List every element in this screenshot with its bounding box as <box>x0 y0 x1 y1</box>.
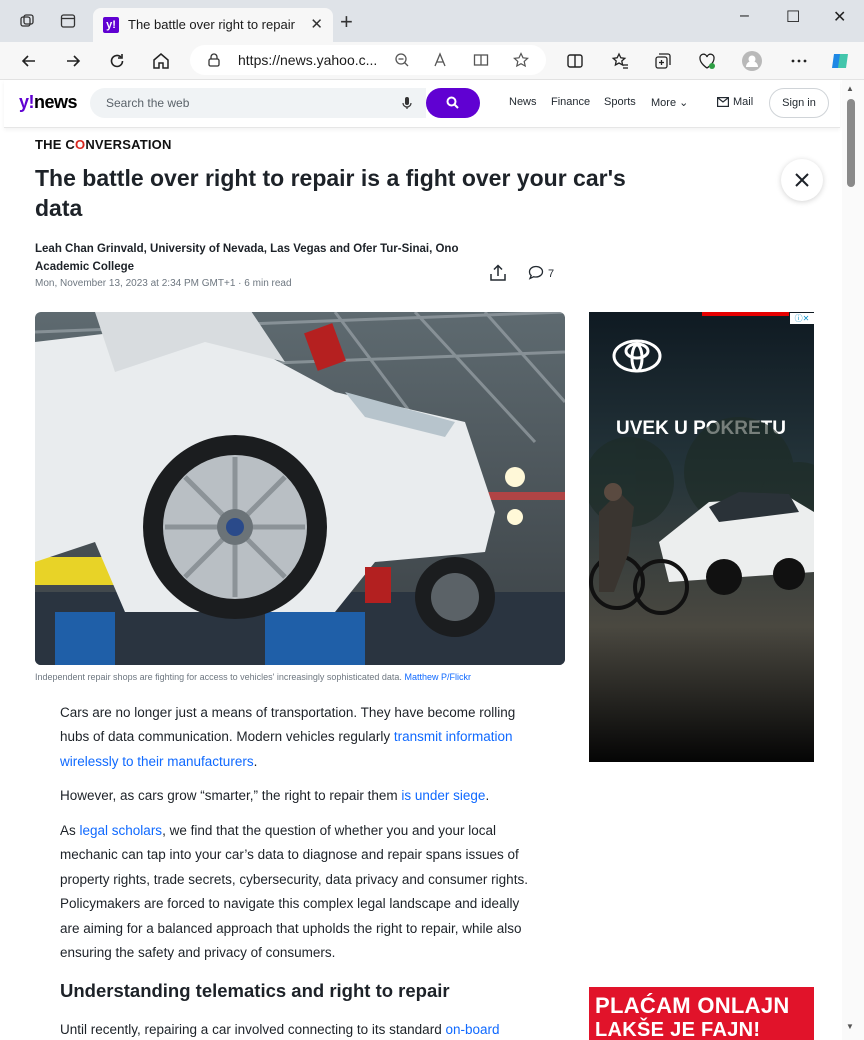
article-paragraph-4: Until recently, repairing a car involved… <box>60 1018 540 1040</box>
tab-close-icon[interactable]: ✕ <box>310 17 323 33</box>
article-paragraph-1: Cars are no longer just a means of trans… <box>60 701 540 774</box>
browser-toolbar: https://news.yahoo.c... <box>0 42 864 80</box>
share-icon[interactable] <box>489 264 507 282</box>
copilot-icon[interactable] <box>830 51 850 71</box>
paragraph-text: Until recently, repairing a car involved… <box>60 1022 446 1037</box>
url-text[interactable]: https://news.yahoo.c... <box>238 52 377 68</box>
nav-sports[interactable]: Sports <box>604 96 636 108</box>
sign-in-button[interactable]: Sign in <box>769 88 829 118</box>
section-heading: Understanding telematics and right to re… <box>60 980 450 1001</box>
address-bar[interactable]: https://news.yahoo.c... <box>190 45 546 75</box>
home-icon[interactable] <box>151 51 171 71</box>
car-on-lift-photo <box>35 312 565 665</box>
scroll-up-icon[interactable]: ▲ <box>846 84 854 93</box>
ad-choices-icon[interactable]: ⓘ✕ <box>790 313 814 324</box>
split-screen-icon[interactable] <box>565 51 585 71</box>
search-button[interactable] <box>426 88 480 118</box>
tab-actions-icon[interactable] <box>60 13 76 29</box>
caption-text: Independent repair shops are fighting fo… <box>35 672 402 682</box>
article-hero-image[interactable] <box>35 312 565 665</box>
ad2-headline: PLAĆAM ONLAJN <box>595 993 790 1018</box>
paragraph-text: , we find that the question of whether y… <box>60 823 528 961</box>
article-paragraph-2: However, as cars grow “smarter,” the rig… <box>60 784 540 808</box>
browser-tab-active[interactable]: y! The battle over right to repair is a … <box>93 8 333 42</box>
publish-date: Mon, November 13, 2023 at 2:34 PM GMT+1 <box>35 278 236 289</box>
scrollbar-thumb[interactable] <box>847 99 855 187</box>
article-headline: The battle over right to repair is a fig… <box>35 165 626 221</box>
page-scrollbar[interactable] <box>842 80 864 1040</box>
article-paragraph-3: As legal scholars, we find that the ques… <box>60 819 530 965</box>
profile-avatar-icon[interactable] <box>742 51 762 71</box>
nav-news[interactable]: News <box>509 96 537 108</box>
forward-icon[interactable] <box>63 51 83 71</box>
article-byline: Leah Chan Grinvald, University of Nevada… <box>35 243 459 273</box>
image-caption: Independent repair shops are fighting fo… <box>35 672 471 682</box>
refresh-icon[interactable] <box>107 51 127 71</box>
news-logo-word: news <box>34 92 78 112</box>
microphone-icon[interactable] <box>400 96 414 110</box>
yahoo-news-logo[interactable]: y!news <box>19 92 78 113</box>
chevron-down-icon: ⌄ <box>679 97 689 109</box>
favorite-star-icon[interactable] <box>513 52 529 68</box>
source-logo-the-conversation[interactable]: THE CONVERSATION <box>35 137 172 152</box>
search-icon <box>446 96 459 109</box>
more-options-icon[interactable] <box>789 51 809 71</box>
tab-title: The battle over right to repair is a fig… <box>128 17 298 32</box>
browser-essentials-icon[interactable] <box>697 51 717 71</box>
source-logo-part: NVERSATION <box>85 137 172 152</box>
maximize-button[interactable]: ☐ <box>786 7 800 27</box>
paragraph-text: . <box>253 753 258 769</box>
comment-count: 7 <box>548 268 555 280</box>
article-dateline: Mon, November 13, 2023 at 2:34 PM GMT+1 … <box>35 278 292 289</box>
new-tab-icon[interactable]: + <box>340 11 353 33</box>
back-icon[interactable] <box>19 51 39 71</box>
paragraph-text: . <box>485 788 490 803</box>
workspaces-icon[interactable] <box>19 13 35 29</box>
comments-button[interactable]: 7 <box>528 265 554 280</box>
toyota-ad-image: UVEK U POKRETU <box>589 312 814 762</box>
separator-dot: · <box>238 278 242 289</box>
search-input[interactable]: Search the web <box>106 96 189 110</box>
collections-icon[interactable] <box>653 51 673 71</box>
link-legal-scholars[interactable]: legal scholars <box>80 823 163 838</box>
link-under-siege[interactable]: is under siege <box>401 788 485 803</box>
zoom-icon[interactable] <box>394 52 410 68</box>
paragraph-text: However, as cars grow “smarter,” the rig… <box>60 788 402 803</box>
read-aloud-icon[interactable] <box>433 52 449 68</box>
toyota-ad[interactable]: UVEK U POKRETU <box>589 312 814 762</box>
paragraph-text: As <box>60 823 80 838</box>
minimize-button[interactable]: – <box>740 7 749 25</box>
nav-more[interactable]: More ⌄ <box>651 96 688 109</box>
close-icon <box>795 173 809 187</box>
banking-ad[interactable]: PLAĆAM ONLAJN LAKŠE JE FAJN! <box>589 987 814 1040</box>
mail-icon <box>717 97 730 108</box>
immersive-reader-icon[interactable] <box>473 52 489 68</box>
comment-icon <box>528 265 544 280</box>
nav-more-label: More <box>651 97 677 109</box>
ad2-subline: LAKŠE JE FAJN! <box>595 1019 761 1040</box>
mail-link[interactable]: Mail <box>717 96 753 108</box>
mail-label: Mail <box>733 96 754 108</box>
browser-titlebar: y! The battle over right to repair is a … <box>0 0 864 42</box>
window-close-button[interactable]: ✕ <box>833 7 846 27</box>
link-on-board[interactable]: on-board <box>445 1022 499 1037</box>
favorites-icon[interactable] <box>610 51 630 71</box>
yahoo-logo-mark: y! <box>19 92 35 112</box>
source-logo-part: THE C <box>35 137 75 152</box>
read-time: 6 min read <box>244 278 292 289</box>
close-article-button[interactable] <box>781 159 823 201</box>
nav-finance[interactable]: Finance <box>551 96 590 108</box>
yahoo-news-header: y!news Search the web News Finance Sport… <box>4 80 840 128</box>
yahoo-favicon-icon: y! <box>103 17 119 33</box>
source-logo-o: O <box>75 137 86 152</box>
search-box[interactable]: Search the web <box>90 88 426 118</box>
lock-icon[interactable] <box>206 52 222 68</box>
scroll-down-icon[interactable]: ▼ <box>846 1022 854 1031</box>
caption-credit-link[interactable]: Matthew P/Flickr <box>404 672 471 682</box>
